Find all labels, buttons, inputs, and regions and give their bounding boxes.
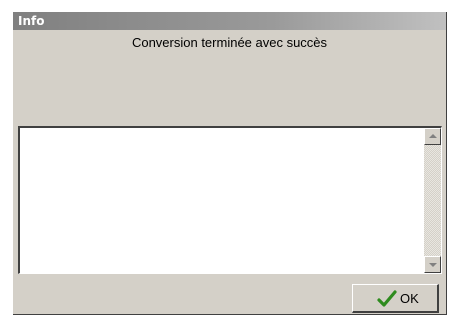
checkmark-icon xyxy=(377,290,397,307)
vertical-scrollbar[interactable] xyxy=(424,128,441,273)
window-title: Info xyxy=(18,14,45,28)
arrow-up-icon xyxy=(429,134,437,138)
scroll-down-button[interactable] xyxy=(424,256,441,273)
ok-button[interactable]: OK xyxy=(352,284,439,313)
details-text xyxy=(24,130,419,271)
ok-button-label: OK xyxy=(400,291,419,306)
arrow-down-icon xyxy=(429,263,437,267)
info-dialog: Info Conversion terminée avec succès OK xyxy=(13,12,447,315)
details-text-area[interactable] xyxy=(18,126,442,274)
title-bar[interactable]: Info xyxy=(13,12,446,30)
scroll-up-button[interactable] xyxy=(424,128,441,145)
status-message: Conversion terminée avec succès xyxy=(131,35,328,50)
